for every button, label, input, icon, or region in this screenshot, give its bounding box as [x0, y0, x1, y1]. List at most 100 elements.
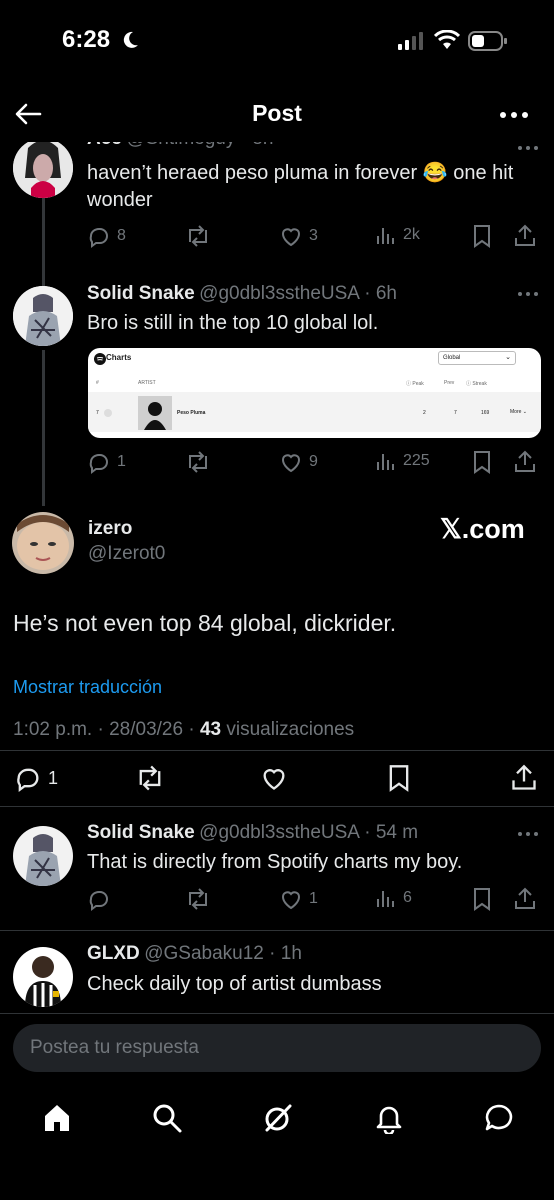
search-icon[interactable] [151, 1102, 183, 1134]
reply-ace-more-icon[interactable] [518, 146, 538, 150]
tweet-text: Check daily top of artist dumbass [87, 973, 382, 995]
source-x-com: 𝕏.com [440, 514, 525, 544]
post-meta: 1:02 p.m. · 28/03/26 · 43 visualizacione… [13, 719, 354, 741]
like-count: 3 [309, 227, 318, 244]
signal-icon [398, 32, 426, 50]
author-name[interactable]: izero [88, 518, 132, 540]
row-trend [104, 409, 112, 417]
col-peak: ⓘ Peak [406, 381, 424, 387]
row-peak: 2 [423, 410, 426, 416]
avatar[interactable] [13, 286, 73, 346]
views-button[interactable]: 6 [375, 887, 412, 909]
row-streak: 169 [481, 410, 490, 416]
views-count: 6 [403, 889, 412, 906]
share-icon[interactable] [513, 887, 537, 911]
thread-line [42, 350, 45, 506]
avatar[interactable] [12, 512, 74, 574]
reply-count: 1 [117, 453, 126, 470]
page-title: Post [252, 100, 302, 126]
more-options-icon[interactable] [500, 112, 528, 118]
action-bar: 8 3 2k [87, 224, 542, 250]
reply-tweet-glxd[interactable]: GLXD @GSabaku12 · 1h Check daily top of … [0, 931, 554, 1013]
repost-button[interactable] [185, 450, 211, 474]
bookmark-icon[interactable] [386, 764, 412, 792]
tweet-text: That is directly from Spotify charts my … [87, 851, 463, 873]
reply-snake2-header: Solid Snake @g0dbl3sstheUSA · 54 m [87, 822, 418, 844]
share-icon[interactable] [510, 764, 538, 792]
charts-logo-text: Charts [106, 353, 132, 362]
status-bar: 6:28 [0, 0, 554, 86]
reply-input-placeholder: Postea tu respuesta [30, 1037, 199, 1058]
bookmark-icon[interactable] [471, 887, 493, 911]
tweet-text: haven’t heraed peso pluma in forever 😂 o… [87, 162, 514, 211]
avatar[interactable] [13, 826, 73, 886]
like-button[interactable]: 3 [279, 224, 318, 248]
tweet-text: Bro is still in the top 10 global lol. [87, 312, 379, 334]
avatar[interactable] [13, 947, 73, 1007]
reply-button[interactable]: 1 [87, 450, 126, 474]
views-button[interactable]: 225 [375, 450, 430, 472]
like-button[interactable] [260, 764, 288, 792]
region-dropdown[interactable]: Global ⌄ [438, 351, 516, 365]
main-post-text: He’s not even top 84 global, dickrider. [13, 610, 397, 636]
bookmark-icon[interactable] [471, 450, 493, 474]
artist-thumbnail [138, 396, 172, 430]
author-name[interactable]: Solid Snake [87, 283, 195, 304]
col-streak: ⓘ Streak [466, 381, 487, 387]
like-button[interactable]: 1 [279, 887, 318, 911]
home-icon[interactable] [41, 1102, 73, 1134]
post-timestamp: 1:02 p.m. · 28/03/26 · [13, 719, 200, 740]
views-label: visualizaciones [221, 719, 355, 740]
row-more[interactable]: More ⌄ [510, 409, 527, 415]
views-button[interactable]: 2k [375, 224, 420, 246]
avatar[interactable] [13, 142, 73, 198]
status-time: 6:28 [62, 26, 111, 53]
reply-count: 1 [48, 767, 59, 788]
battery-icon [468, 30, 508, 52]
reply-snake1-header: Solid Snake @g0dbl3sstheUSA · 6h [87, 283, 397, 305]
chart-screenshot-image[interactable]: Charts Global ⌄ # ARTIST ⓘ Peak Prev ⓘ S… [88, 348, 541, 438]
row-rank: 7 [96, 410, 99, 416]
notifications-bell-icon[interactable] [373, 1102, 405, 1134]
reply-button[interactable]: 8 [87, 224, 126, 248]
author-handle[interactable]: @g0dbl3sstheUSA · 6h [199, 283, 397, 304]
moon-icon [120, 30, 140, 50]
grok-icon[interactable] [262, 1102, 294, 1134]
bottom-nav [0, 1084, 554, 1200]
author-handle[interactable]: @g0dbl3sstheUSA · 54 m [199, 822, 418, 843]
views-count: 225 [403, 452, 430, 469]
reply-glxd-header: GLXD @GSabaku12 · 1h [87, 943, 302, 965]
share-icon[interactable] [513, 450, 537, 474]
reply-input[interactable]: Postea tu respuesta [13, 1024, 541, 1072]
reply-button[interactable] [87, 887, 111, 911]
divider [0, 806, 554, 807]
messages-icon[interactable] [483, 1102, 515, 1134]
like-button[interactable]: 9 [279, 450, 318, 474]
action-bar: 1 6 [87, 887, 542, 913]
bookmark-icon[interactable] [471, 224, 493, 248]
wifi-icon [434, 30, 460, 50]
views-count: 2k [403, 226, 420, 243]
row-artist: Peso Pluma [177, 410, 206, 416]
author-name[interactable]: GLXD [87, 943, 140, 964]
col-prev: Prev [444, 380, 455, 386]
main-action-bar: 1 [0, 762, 554, 794]
reply-button[interactable]: 1 [14, 764, 58, 792]
reply-snake1-more-icon[interactable] [518, 292, 538, 296]
top-nav: Post [0, 86, 554, 142]
like-count: 1 [309, 890, 318, 907]
views-number: 43 [199, 719, 222, 740]
repost-button[interactable] [185, 224, 211, 248]
row-prev: 7 [454, 410, 457, 416]
author-handle[interactable]: @GSabaku12 · 1h [144, 943, 302, 964]
action-bar: 1 9 225 [87, 450, 542, 476]
translate-link[interactable]: Mostrar traducción [13, 677, 162, 698]
region-dropdown-value: Global [443, 355, 461, 361]
reply-snake2-more-icon[interactable] [518, 832, 538, 836]
repost-button[interactable] [185, 887, 211, 911]
author-name[interactable]: Solid Snake [87, 822, 195, 843]
repost-button[interactable] [135, 764, 165, 792]
share-icon[interactable] [513, 224, 537, 248]
spotify-logo-icon [94, 353, 106, 365]
author-handle[interactable]: @Izerot0 [88, 543, 165, 565]
